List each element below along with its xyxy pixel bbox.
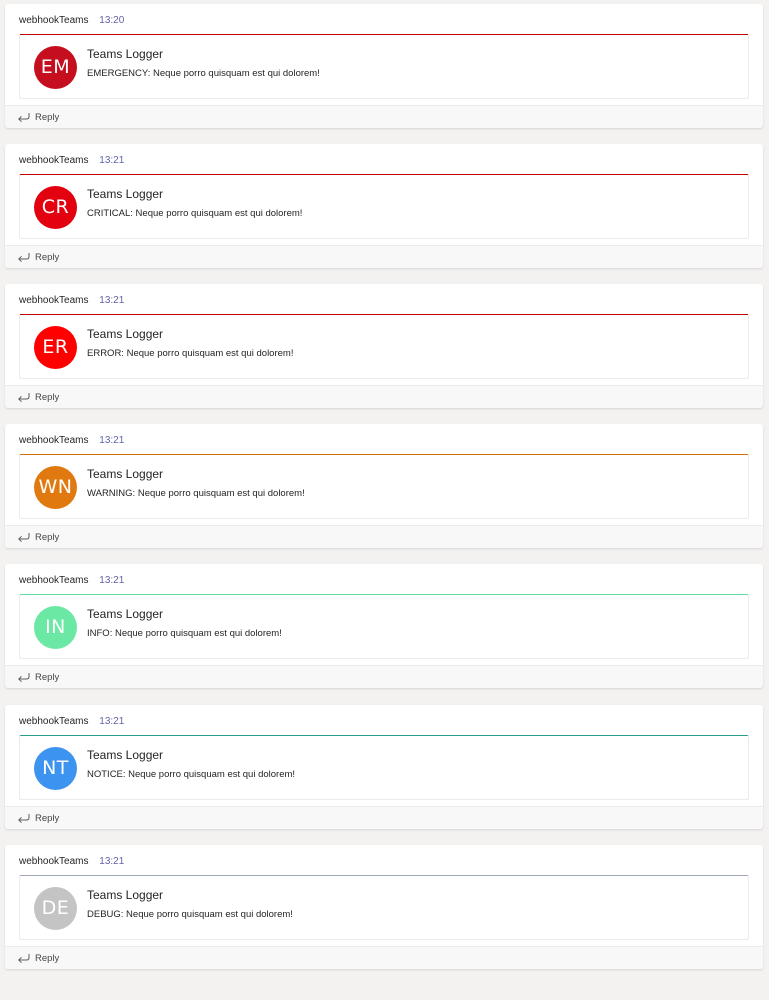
avatar: ER: [34, 326, 77, 369]
reply-button[interactable]: Reply: [17, 951, 59, 965]
reply-bar: Reply: [5, 385, 763, 408]
card-message-text: DEBUG: Neque porro quisquam est qui dolo…: [87, 909, 293, 920]
card-message-text: INFO: Neque porro quisquam est qui dolor…: [87, 628, 282, 639]
reply-button[interactable]: Reply: [17, 811, 59, 825]
reply-button[interactable]: Reply: [17, 110, 59, 124]
adaptive-card: WN Teams Logger WARNING: Neque porro qui…: [19, 454, 749, 519]
sender-name: webhookTeams: [19, 856, 89, 867]
reply-button[interactable]: Reply: [17, 250, 59, 264]
adaptive-card: IN Teams Logger INFO: Neque porro quisqu…: [19, 594, 749, 659]
adaptive-card: ER Teams Logger ERROR: Neque porro quisq…: [19, 314, 749, 379]
avatar: NT: [34, 747, 77, 790]
reply-arrow-icon: [18, 813, 30, 823]
reply-arrow-icon: [18, 953, 30, 963]
card-message-text: NOTICE: Neque porro quisquam est qui dol…: [87, 769, 296, 780]
message-header: webhookTeams 13:21: [19, 855, 124, 869]
message-post: webhookTeams 13:21 ER Teams Logger ERROR…: [5, 284, 763, 408]
timestamp[interactable]: 13:21: [99, 856, 124, 867]
card-title: Teams Logger: [87, 607, 164, 621]
card-title: Teams Logger: [87, 187, 164, 201]
avatar: WN: [34, 466, 77, 509]
reply-label: Reply: [35, 812, 60, 824]
reply-bar: Reply: [5, 245, 763, 268]
timestamp[interactable]: 13:21: [99, 295, 124, 306]
message-post: webhookTeams 13:20 EM Teams Logger EMERG…: [5, 4, 763, 128]
reply-arrow-icon: [18, 112, 30, 122]
reply-label: Reply: [35, 952, 60, 964]
sender-name: webhookTeams: [19, 155, 89, 166]
avatar: EM: [34, 46, 77, 89]
avatar: IN: [34, 606, 77, 649]
message-post: webhookTeams 13:21 DE Teams Logger DEBUG…: [5, 845, 763, 969]
reply-label: Reply: [35, 111, 60, 123]
reply-arrow-icon: [18, 532, 30, 542]
message-post: webhookTeams 13:21 WN Teams Logger WARNI…: [5, 424, 763, 548]
message-header: webhookTeams 13:21: [19, 434, 124, 448]
sender-name: webhookTeams: [19, 575, 89, 586]
sender-name: webhookTeams: [19, 435, 89, 446]
sender-name: webhookTeams: [19, 15, 89, 26]
card-title: Teams Logger: [87, 748, 164, 762]
reply-bar: Reply: [5, 665, 763, 688]
adaptive-card: EM Teams Logger EMERGENCY: Neque porro q…: [19, 34, 749, 99]
card-message-text: EMERGENCY: Neque porro quisquam est qui …: [87, 68, 320, 79]
message-post: webhookTeams 13:21 CR Teams Logger CRITI…: [5, 144, 763, 268]
card-message-text: ERROR: Neque porro quisquam est qui dolo…: [87, 348, 294, 359]
card-title: Teams Logger: [87, 47, 164, 61]
card-title: Teams Logger: [87, 467, 164, 481]
reply-label: Reply: [35, 671, 60, 683]
adaptive-card: CR Teams Logger CRITICAL: Neque porro qu…: [19, 174, 749, 239]
message-header: webhookTeams 13:21: [19, 574, 124, 588]
sender-name: webhookTeams: [19, 716, 89, 727]
adaptive-card: NT Teams Logger NOTICE: Neque porro quis…: [19, 735, 749, 800]
reply-bar: Reply: [5, 946, 763, 969]
message-header: webhookTeams 13:21: [19, 294, 124, 308]
reply-arrow-icon: [18, 392, 30, 402]
reply-label: Reply: [35, 251, 60, 263]
timestamp[interactable]: 13:21: [99, 575, 124, 586]
message-post: webhookTeams 13:21 IN Teams Logger INFO:…: [5, 564, 763, 688]
message-feed: webhookTeams 13:20 EM Teams Logger EMERG…: [0, 0, 769, 1000]
reply-label: Reply: [35, 391, 60, 403]
timestamp[interactable]: 13:20: [99, 15, 124, 26]
card-message-text: CRITICAL: Neque porro quisquam est qui d…: [87, 208, 303, 219]
reply-arrow-icon: [18, 672, 30, 682]
card-message-text: WARNING: Neque porro quisquam est qui do…: [87, 488, 305, 499]
message-header: webhookTeams 13:20: [19, 14, 124, 28]
timestamp[interactable]: 13:21: [99, 155, 124, 166]
message-header: webhookTeams 13:21: [19, 715, 124, 729]
message-header: webhookTeams 13:21: [19, 154, 124, 168]
reply-button[interactable]: Reply: [17, 530, 59, 544]
reply-button[interactable]: Reply: [17, 390, 59, 404]
card-title: Teams Logger: [87, 327, 164, 341]
card-title: Teams Logger: [87, 888, 164, 902]
timestamp[interactable]: 13:21: [99, 716, 124, 727]
adaptive-card: DE Teams Logger DEBUG: Neque porro quisq…: [19, 875, 749, 940]
reply-bar: Reply: [5, 806, 763, 829]
reply-bar: Reply: [5, 105, 763, 128]
sender-name: webhookTeams: [19, 295, 89, 306]
avatar: CR: [34, 186, 77, 229]
reply-button[interactable]: Reply: [17, 670, 59, 684]
reply-arrow-icon: [18, 252, 30, 262]
timestamp[interactable]: 13:21: [99, 435, 124, 446]
reply-bar: Reply: [5, 525, 763, 548]
avatar: DE: [34, 887, 77, 930]
reply-label: Reply: [35, 531, 60, 543]
message-post: webhookTeams 13:21 NT Teams Logger NOTIC…: [5, 705, 763, 829]
